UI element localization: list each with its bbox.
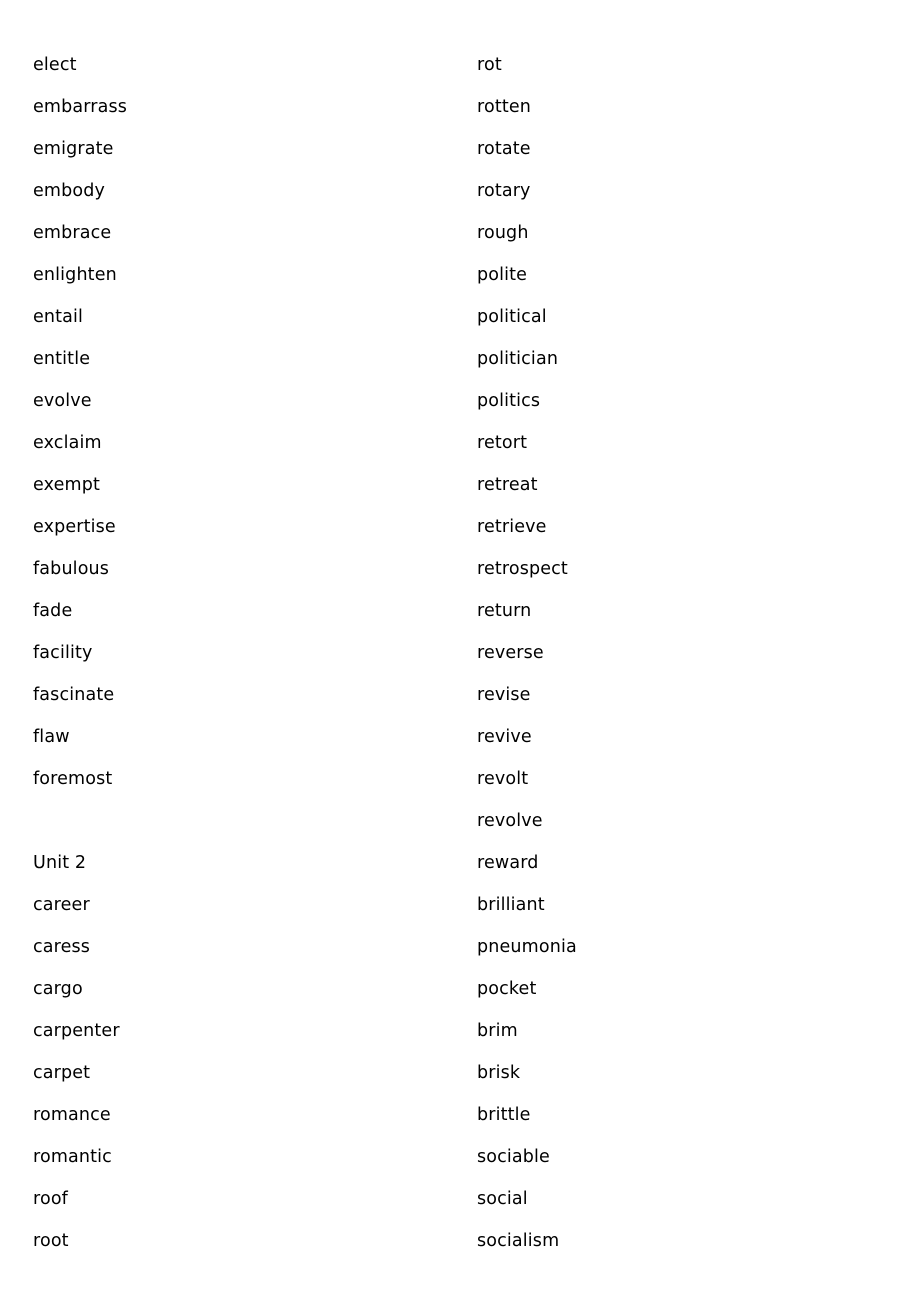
word-list-item: politician bbox=[477, 349, 559, 369]
word-list-item: pocket bbox=[477, 979, 537, 999]
word-list-item: pneumonia bbox=[477, 937, 577, 957]
document-page: elect embarrass emigrate embody embrace enlig… bbox=[0, 0, 920, 1302]
word-list-item: return bbox=[477, 601, 532, 621]
word-list-item: romance bbox=[33, 1105, 111, 1125]
word-list-item: rotary bbox=[477, 181, 531, 201]
word-list-item: revive bbox=[477, 727, 532, 747]
word-list-item: evolve bbox=[33, 391, 92, 411]
word-list-item: exclaim bbox=[33, 433, 102, 453]
word-list-item: socialism bbox=[477, 1231, 560, 1251]
word-list-item: retreat bbox=[477, 475, 538, 495]
section-heading: Unit 2 bbox=[33, 853, 87, 873]
word-list-item: polite bbox=[477, 265, 528, 285]
word-list-item: political bbox=[477, 307, 547, 327]
word-list-item: fabulous bbox=[33, 559, 110, 579]
word-list-item: social bbox=[477, 1189, 528, 1209]
word-list-column-left: elect embarrass emigrate embody embrace enlig… bbox=[0, 44, 442, 1262]
word-list-item: retrieve bbox=[477, 517, 547, 537]
word-list-item: revise bbox=[477, 685, 531, 705]
word-list-item: rotate bbox=[477, 139, 531, 159]
word-list-item: roof bbox=[33, 1189, 68, 1209]
word-list-item: carpet bbox=[33, 1063, 91, 1083]
word-list-item: exempt bbox=[33, 475, 100, 495]
word-list-item: reward bbox=[477, 853, 539, 873]
word-list-item: brisk bbox=[477, 1063, 521, 1083]
word-list-item: flaw bbox=[33, 727, 70, 747]
word-list-item: entitle bbox=[33, 349, 91, 369]
word-list-item: embarrass bbox=[33, 97, 128, 117]
word-list-item: revolt bbox=[477, 769, 529, 789]
word-list-item: embody bbox=[33, 181, 105, 201]
word-list-item: root bbox=[33, 1231, 69, 1251]
word-list-item: enlighten bbox=[33, 265, 117, 285]
word-list-item: career bbox=[33, 895, 90, 915]
word-list-item: caress bbox=[33, 937, 91, 957]
word-list-item: foremost bbox=[33, 769, 113, 789]
word-list-item: rough bbox=[477, 223, 529, 243]
word-list-columns: elect embarrass emigrate embody embrace enlig… bbox=[0, 44, 920, 1262]
word-list-item: carpenter bbox=[33, 1021, 120, 1041]
word-list-item: facility bbox=[33, 643, 93, 663]
word-list-item: retort bbox=[477, 433, 528, 453]
word-list-item: embrace bbox=[33, 223, 112, 243]
word-list-item: rotten bbox=[477, 97, 531, 117]
word-list-column-right: rot rotten rotate rotary rough polite politica… bbox=[442, 44, 920, 1262]
word-list-item: brittle bbox=[477, 1105, 531, 1125]
word-list-item: fade bbox=[33, 601, 73, 621]
word-list-item: fascinate bbox=[33, 685, 115, 705]
word-list-item: elect bbox=[33, 55, 77, 75]
word-list-item: politics bbox=[477, 391, 541, 411]
word-list-item: reverse bbox=[477, 643, 544, 663]
word-list-item: cargo bbox=[33, 979, 83, 999]
word-list-item: romantic bbox=[33, 1147, 112, 1167]
word-list-item: revolve bbox=[477, 811, 543, 831]
word-list-item: brilliant bbox=[477, 895, 545, 915]
word-list-item: rot bbox=[477, 55, 502, 75]
word-list-item: sociable bbox=[477, 1147, 550, 1167]
word-list-item: brim bbox=[477, 1021, 518, 1041]
word-list-item: expertise bbox=[33, 517, 116, 537]
word-list-item: retrospect bbox=[477, 559, 568, 579]
word-list-item: entail bbox=[33, 307, 84, 327]
word-list-item: emigrate bbox=[33, 139, 114, 159]
